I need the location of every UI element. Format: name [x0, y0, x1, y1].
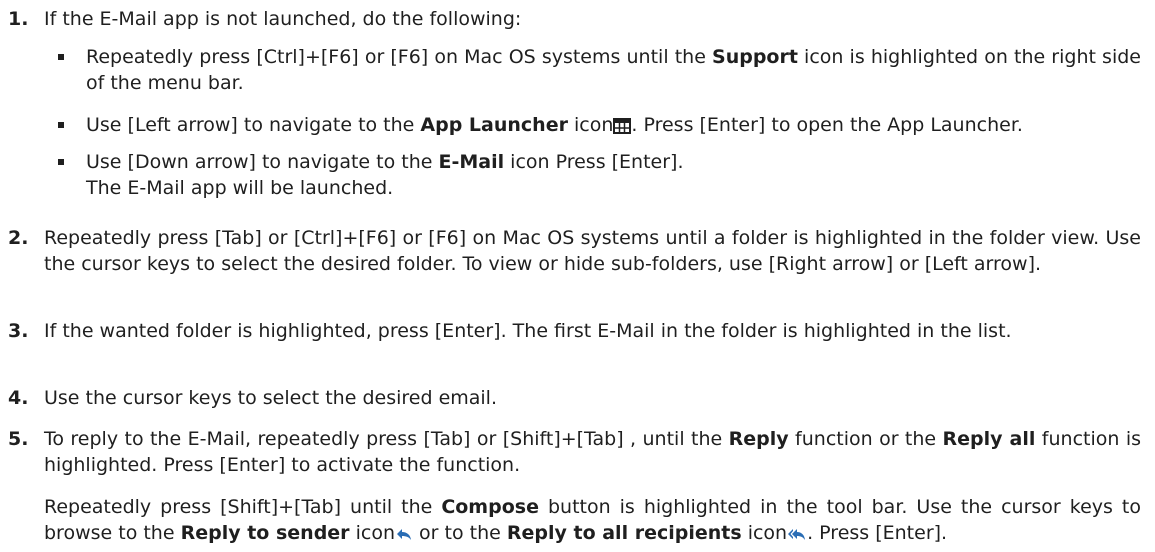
instructions-document: 1. If the E-Mail app is not launched, do…	[0, 0, 1155, 552]
app-launcher-grid-icon	[613, 118, 632, 134]
step-text: If the wanted folder is highlighted, pre…	[44, 320, 1012, 342]
bullet-marker	[58, 122, 64, 128]
step-text: If the E-Mail app is not launched, do th…	[44, 8, 522, 30]
step-text: Repeatedly press [Tab] or [Ctrl]+[F6] or…	[44, 227, 1141, 275]
bullet-marker	[58, 159, 64, 165]
step-number: 5.	[8, 428, 29, 450]
step-number: 4.	[8, 387, 29, 409]
step-number: 1.	[8, 8, 29, 30]
bullet-marker	[58, 54, 64, 60]
reply-icon	[397, 529, 411, 540]
reply-all-icon	[788, 529, 806, 540]
bullet-text: Use [Left arrow] to navigate to the App …	[86, 114, 1023, 136]
step-number: 2.	[8, 227, 29, 249]
step-text-secondary: Repeatedly press [Shift]+[Tab] until the…	[44, 496, 1141, 544]
step-number: 3.	[8, 320, 29, 342]
step-text: To reply to the E-Mail, repeatedly press…	[44, 428, 1141, 476]
bullet-text: Repeatedly press [Ctrl]+[F6] or [F6] on …	[86, 46, 1141, 94]
step-text: Use the cursor keys to select the desire…	[44, 387, 498, 409]
bullet-text: Use [Down arrow] to navigate to the E-Ma…	[86, 151, 684, 199]
